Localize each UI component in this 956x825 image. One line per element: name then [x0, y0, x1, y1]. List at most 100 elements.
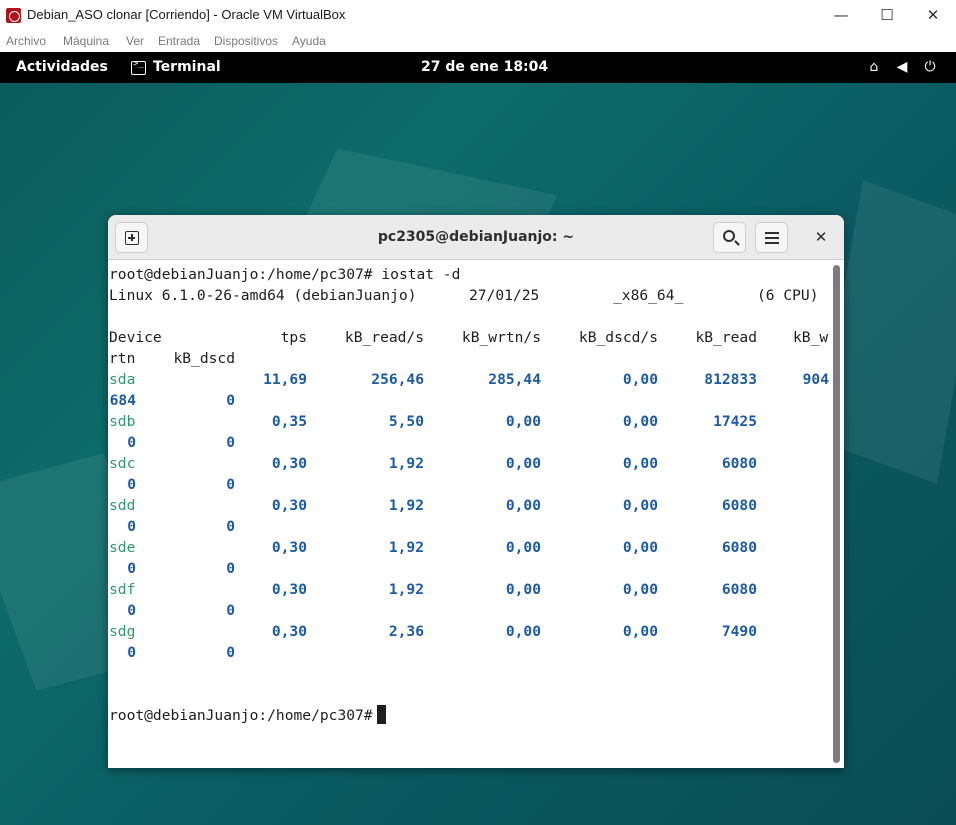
read-value: 812833 — [704, 371, 757, 388]
menu-archivo[interactable]: Archivo — [6, 34, 46, 48]
dscd-s-value: 0,00 — [622, 413, 658, 430]
terminal-header-bar: pc2305@debianJuanjo: ~ ✕ — [108, 215, 844, 260]
read-s-value: 1,92 — [388, 455, 424, 472]
device-name: sdc — [109, 455, 136, 472]
wrtn-rest-value: 0 — [127, 644, 136, 661]
close-window-button[interactable]: ✕ — [910, 0, 956, 31]
menu-maquina[interactable]: Máquina — [63, 34, 109, 48]
search-icon — [723, 230, 735, 242]
header-device: Device — [109, 329, 162, 346]
read-s-value: 1,92 — [388, 581, 424, 598]
read-value: 6080 — [721, 539, 757, 556]
table-row-wrapped: 0 0 — [109, 600, 829, 621]
kernel-info: Linux 6.1.0-26-amd64 (debianJuanjo) — [109, 287, 417, 304]
table-row: sdc 0,30 1,92 0,00 0,00 6080 — [109, 453, 829, 474]
header-read-s: kB_read/s — [344, 329, 424, 346]
terminal-window: pc2305@debianJuanjo: ~ ✕ root@debianJuan… — [108, 215, 844, 768]
menu-ver[interactable]: Ver — [126, 34, 144, 48]
text-cursor — [376, 705, 386, 724]
read-value: 17425 — [713, 413, 757, 430]
device-name: sdg — [109, 623, 136, 640]
table-row-wrapped: 0 0 — [109, 642, 829, 663]
table-row-wrapped: 0 0 — [109, 474, 829, 495]
read-s-value: 5,50 — [388, 413, 424, 430]
table-row-wrapped: 0 0 — [109, 432, 829, 453]
tps-value: 0,30 — [271, 581, 307, 598]
header-read: kB_read — [695, 329, 757, 346]
menu-button[interactable] — [755, 222, 788, 253]
dscd-value: 0 — [226, 434, 235, 451]
terminal-output[interactable]: root@debianJuanjo:/home/pc307# iostat -d… — [108, 264, 830, 768]
table-row: sdb 0,35 5,50 0,00 0,00 17425 — [109, 411, 829, 432]
wrtn-s-value: 0,00 — [505, 623, 541, 640]
tps-value: 0,30 — [271, 455, 307, 472]
dscd-value: 0 — [226, 392, 235, 409]
wrtn-s-value: 0,00 — [505, 455, 541, 472]
terminal-icon — [131, 59, 146, 75]
wrtn-rest-value: 0 — [127, 476, 136, 493]
read-s-value: 1,92 — [388, 497, 424, 514]
wrtn-s-value: 0,00 — [505, 581, 541, 598]
menu-ayuda[interactable]: Ayuda — [292, 34, 326, 48]
gnome-top-bar: Actividades Terminal 27 de ene 18:04 ⌂ ◀… — [0, 52, 956, 83]
wrtn-s-value: 285,44 — [488, 371, 541, 388]
app-menu-label: Terminal — [153, 59, 221, 75]
device-name: sde — [109, 539, 136, 556]
header-tps: tps — [280, 329, 307, 346]
search-button[interactable] — [713, 222, 746, 253]
shell-prompt: root@debianJuanjo:/home/pc307# — [109, 707, 373, 724]
dscd-s-value: 0,00 — [622, 581, 658, 598]
prompt-line[interactable]: root@debianJuanjo:/home/pc307# — [109, 705, 386, 726]
date: 27/01/25 — [469, 287, 540, 304]
dscd-s-value: 0,00 — [622, 497, 658, 514]
network-wired-icon[interactable]: ⌂ — [865, 58, 883, 76]
dscd-s-value: 0,00 — [622, 539, 658, 556]
guest-desktop: Actividades Terminal 27 de ene 18:04 ⌂ ◀… — [0, 52, 956, 825]
read-value: 6080 — [721, 581, 757, 598]
dscd-value: 0 — [226, 644, 235, 661]
table-row: sdf 0,30 1,92 0,00 0,00 6080 — [109, 579, 829, 600]
menu-dispositivos[interactable]: Dispositivos — [214, 34, 278, 48]
header-dscd-s: kB_dscd/s — [578, 329, 658, 346]
menu-entrada[interactable]: Entrada — [158, 34, 200, 48]
wrtn-value: 904 — [802, 371, 829, 388]
table-row: sdd 0,30 1,92 0,00 0,00 6080 — [109, 495, 829, 516]
virtualbox-icon — [6, 8, 21, 23]
wrtn-rest-value: 0 — [127, 518, 136, 535]
read-s-value: 1,92 — [388, 539, 424, 556]
close-icon[interactable]: ✕ — [811, 227, 831, 247]
wrtn-rest-value: 0 — [127, 434, 136, 451]
table-row-wrapped: 0 0 — [109, 516, 829, 537]
dscd-value: 0 — [226, 560, 235, 577]
activities-button[interactable]: Actividades — [16, 59, 108, 75]
wrtn-rest-value: 684 — [109, 392, 136, 409]
header-wrtn-rest: rtn — [109, 350, 136, 367]
minimize-button[interactable]: — — [818, 0, 864, 31]
scrollbar-thumb[interactable] — [833, 265, 840, 763]
volume-icon[interactable]: ◀ — [893, 58, 911, 76]
wrtn-s-value: 0,00 — [505, 413, 541, 430]
table-row: sdg 0,30 2,36 0,00 0,00 7490 — [109, 621, 829, 642]
tps-value: 0,30 — [271, 623, 307, 640]
read-value: 7490 — [721, 623, 757, 640]
read-value: 6080 — [721, 497, 757, 514]
clock[interactable]: 27 de ene 18:04 — [421, 59, 548, 75]
dscd-s-value: 0,00 — [622, 371, 658, 388]
command-line: root@debianJuanjo:/home/pc307# iostat -d — [109, 266, 461, 283]
maximize-button[interactable]: ☐ — [864, 0, 910, 31]
header-wrtn: kB_w — [793, 329, 829, 346]
table-row: sda 11,69 256,46 285,44 0,00 812833 904 — [109, 369, 829, 390]
tps-value: 11,69 — [263, 371, 307, 388]
table-header-wrapped: rtn kB_dscd — [109, 348, 829, 369]
cpu-count: (6 CPU) — [757, 287, 819, 304]
read-s-value: 256,46 — [371, 371, 424, 388]
header-wrtn-s: kB_wrtn/s — [461, 329, 541, 346]
dscd-value: 0 — [226, 476, 235, 493]
table-row: sde 0,30 1,92 0,00 0,00 6080 — [109, 537, 829, 558]
tps-value: 0,30 — [271, 497, 307, 514]
sysinfo-line: Linux 6.1.0-26-amd64 (debianJuanjo) 27/0… — [109, 285, 829, 306]
device-name: sdf — [109, 581, 136, 598]
tps-value: 0,35 — [271, 413, 307, 430]
dscd-s-value: 0,00 — [622, 623, 658, 640]
power-icon[interactable]: ⏻ — [921, 58, 939, 76]
